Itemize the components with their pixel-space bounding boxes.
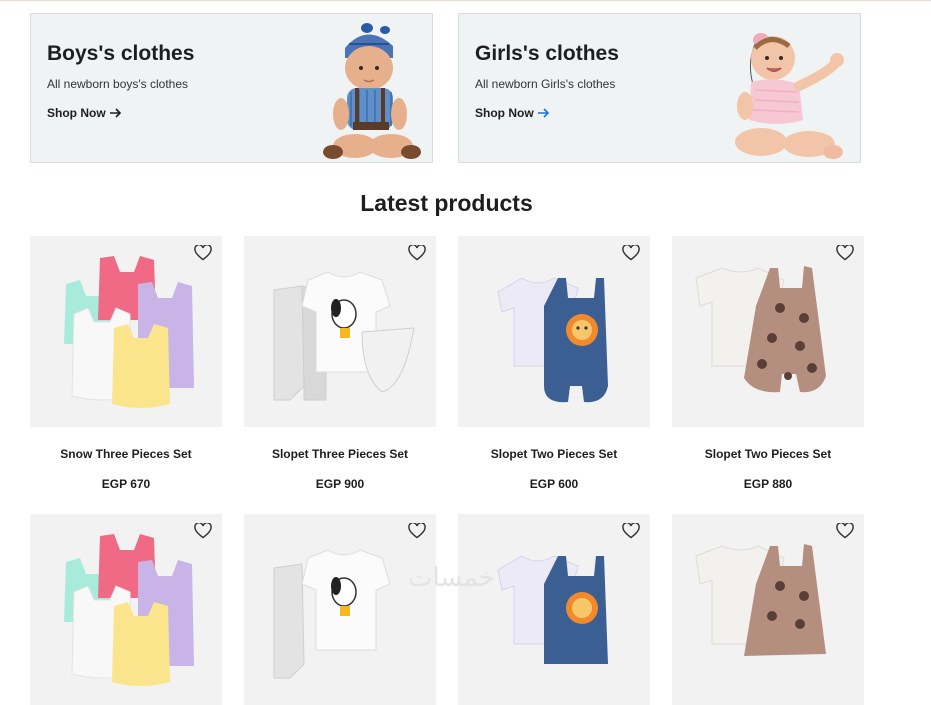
product-photo-snoopy-set	[273, 549, 391, 679]
product-image[interactable]	[672, 236, 864, 427]
product-image[interactable]	[30, 514, 222, 705]
product-photo-floral-overall	[695, 544, 826, 656]
product-name[interactable]: Slopet Three Pieces Set	[244, 447, 436, 461]
product-image[interactable]	[672, 514, 864, 705]
heart-icon[interactable]	[622, 245, 640, 261]
product-photo-onesies	[64, 256, 194, 408]
product-card[interactable]	[30, 514, 222, 705]
promo-title: Girls's clothes	[475, 42, 619, 65]
product-price: EGP 600	[529, 477, 579, 491]
product-card[interactable]: Slopet Two Pieces Set EGP 880	[672, 236, 864, 491]
promo-card-girls[interactable]: Girls's clothes All newborn Girls's clot…	[458, 13, 861, 163]
product-price: EGP 670	[101, 477, 151, 491]
product-price: EGP 880	[743, 477, 793, 491]
promo-subtitle: All newborn boys's clothes	[47, 77, 189, 91]
product-photo-onesies	[64, 534, 194, 686]
product-image[interactable]	[244, 514, 436, 705]
arrow-right-icon	[537, 108, 549, 118]
shop-now-link[interactable]: Shop Now	[47, 106, 122, 120]
product-photo-snoopy-set	[273, 271, 415, 401]
arrow-right-icon	[109, 108, 121, 118]
shop-now-label: Shop Now	[475, 106, 534, 120]
product-card[interactable]	[458, 514, 650, 705]
product-card[interactable]: Slopet Two Pieces Set EGP 600	[458, 236, 650, 491]
product-photo-lion-overall	[497, 555, 608, 664]
product-photo-floral-overall	[695, 266, 826, 393]
heart-icon[interactable]	[408, 523, 426, 539]
baby-girl-image	[735, 33, 844, 159]
product-name[interactable]: Slopet Two Pieces Set	[672, 447, 864, 461]
product-card[interactable]: Slopet Three Pieces Set EGP 900	[244, 236, 436, 491]
product-image[interactable]	[30, 236, 222, 427]
promo-card-boys[interactable]: Boys's clothes All newborn boys's clothe…	[30, 13, 433, 163]
product-image[interactable]	[458, 514, 650, 705]
promo-title: Boys's clothes	[47, 42, 195, 65]
product-name[interactable]: Slopet Two Pieces Set	[458, 447, 650, 461]
heart-icon[interactable]	[194, 523, 212, 539]
heart-icon[interactable]	[836, 523, 854, 539]
product-price: EGP 900	[315, 477, 365, 491]
product-image[interactable]	[458, 236, 650, 427]
top-divider	[0, 0, 931, 1]
heart-icon[interactable]	[836, 245, 854, 261]
product-card[interactable]: Snow Three Pieces Set EGP 670	[30, 236, 222, 491]
product-card[interactable]	[244, 514, 436, 705]
promo-subtitle: All newborn Girls's clothes	[475, 77, 616, 91]
section-title-latest-products: Latest products	[360, 190, 533, 216]
shop-now-label: Shop Now	[47, 106, 106, 120]
product-name[interactable]: Snow Three Pieces Set	[30, 447, 222, 461]
shop-now-link[interactable]: Shop Now	[475, 106, 550, 120]
heart-icon[interactable]	[194, 245, 212, 261]
baby-boy-image	[323, 23, 421, 159]
product-image[interactable]	[244, 236, 436, 427]
product-photo-lion-overall	[497, 277, 608, 403]
heart-icon[interactable]	[622, 523, 640, 539]
heart-icon[interactable]	[408, 245, 426, 261]
product-card[interactable]	[672, 514, 864, 705]
